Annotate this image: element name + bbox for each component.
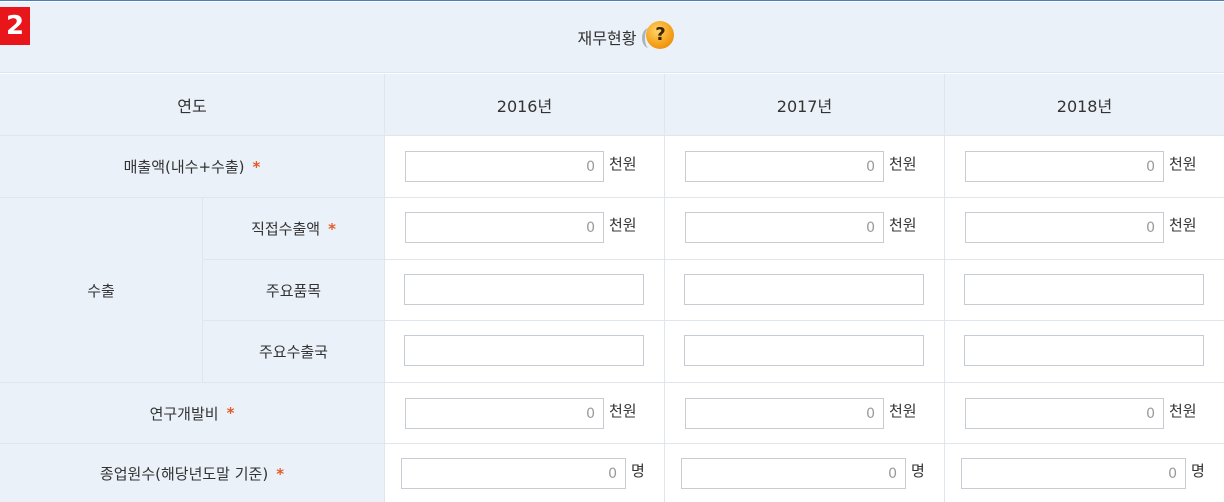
year-2016-label: 2016년 — [496, 96, 553, 116]
header-row: 연도 2016년 2017년 2018년 — [0, 74, 1224, 136]
year-2018-label: 2018년 — [1056, 96, 1113, 116]
main-items-row: 주요품목 — [0, 260, 1224, 321]
main-items-2017-cell — [665, 260, 945, 321]
sales-2018-cell: 천원 — [945, 136, 1224, 198]
unit-label: 천원 — [1169, 155, 1197, 173]
unit-label: 명 — [631, 462, 645, 480]
direct-export-2016-cell: 천원 — [385, 198, 665, 260]
direct-export-2017-cell: 천원 — [665, 198, 945, 260]
main-items-2018-cell — [945, 260, 1224, 321]
employees-2017-cell: 명 — [665, 444, 945, 502]
required-mark: * — [226, 404, 235, 422]
sales-row: 매출액(내수+수출) * 천원 천원 천원 — [0, 136, 1224, 198]
main-items-2016-cell — [385, 260, 665, 321]
rnd-label-cell: 연구개발비 * — [0, 383, 385, 444]
employees-label: 종업원수(해당년도말 기준) — [99, 465, 269, 483]
employees-2018-cell: 명 — [945, 444, 1224, 502]
section-title-bar: 재무현황 ? — [0, 2, 1224, 73]
direct-export-2017-input[interactable] — [685, 212, 884, 243]
main-countries-label-cell: 주요수출국 — [203, 321, 385, 383]
direct-export-2016-input[interactable] — [405, 212, 604, 243]
unit-label: 천원 — [889, 216, 917, 234]
direct-export-2018-cell: 천원 — [945, 198, 1224, 260]
sales-label: 매출액(내수+수출) — [123, 158, 245, 176]
unit-label: 천원 — [889, 402, 917, 420]
employees-row: 종업원수(해당년도말 기준) * 명 명 명 — [0, 444, 1224, 502]
year-2017-label: 2017년 — [776, 96, 833, 116]
help-question-mark: ? — [646, 21, 675, 49]
sales-2016-input[interactable] — [405, 151, 604, 182]
section-title: 재무현황 — [577, 29, 637, 48]
main-countries-2018-input[interactable] — [964, 335, 1204, 366]
rnd-2018-cell: 천원 — [945, 383, 1224, 444]
main-countries-2017-input[interactable] — [684, 335, 924, 366]
rnd-label: 연구개발비 — [149, 404, 219, 423]
unit-label: 명 — [911, 462, 925, 480]
sales-2017-cell: 천원 — [665, 136, 945, 198]
rnd-2016-input[interactable] — [405, 398, 604, 429]
rnd-2016-cell: 천원 — [385, 383, 665, 444]
direct-export-label-cell: 직접수출액 * — [203, 198, 385, 260]
main-countries-2018-cell — [945, 321, 1224, 383]
main-items-label: 주요품목 — [265, 281, 322, 300]
direct-export-row: 직접수출액 * 천원 천원 천원 — [0, 198, 1224, 260]
employees-label-cell: 종업원수(해당년도말 기준) * — [0, 444, 385, 502]
sales-2018-input[interactable] — [965, 151, 1164, 182]
year-header-label: 연도 — [177, 96, 207, 116]
financial-status-section: 2 재무현황 ? 연도 2016년 2017년 2018년 매출액(내수+수출)… — [0, 0, 1224, 502]
main-countries-row: 주요수출국 — [0, 321, 1224, 383]
required-mark: * — [328, 219, 336, 238]
main-items-2016-input[interactable] — [404, 274, 644, 305]
year-header-2018: 2018년 — [945, 74, 1224, 136]
unit-label: 천원 — [1169, 216, 1197, 234]
rnd-2017-input[interactable] — [685, 398, 884, 429]
year-column-header: 연도 — [0, 74, 385, 136]
year-header-2017: 2017년 — [665, 74, 945, 136]
main-items-label-cell: 주요품목 — [203, 260, 385, 321]
main-countries-label: 주요수출국 — [258, 343, 328, 361]
main-countries-2017-cell — [665, 321, 945, 383]
employees-2018-input[interactable] — [961, 458, 1186, 489]
main-countries-2016-input[interactable] — [404, 335, 644, 366]
main-items-2017-input[interactable] — [684, 274, 924, 305]
rnd-row: 연구개발비 * 천원 천원 천원 — [0, 383, 1224, 444]
unit-label: 명 — [1191, 462, 1205, 480]
required-mark: * — [252, 157, 261, 176]
unit-label: 천원 — [609, 402, 637, 420]
rnd-2018-input[interactable] — [965, 398, 1164, 429]
unit-label: 천원 — [609, 216, 637, 234]
required-mark: * — [276, 464, 285, 483]
employees-2016-cell: 명 — [385, 444, 665, 502]
direct-export-label: 직접수출액 — [251, 220, 321, 238]
employees-2016-input[interactable] — [401, 458, 626, 489]
rnd-2017-cell: 천원 — [665, 383, 945, 444]
sales-label-cell: 매출액(내수+수출) * — [0, 136, 385, 198]
step-badge: 2 — [0, 7, 30, 45]
main-countries-2016-cell — [385, 321, 665, 383]
year-header-2016: 2016년 — [385, 74, 665, 136]
sales-2017-input[interactable] — [685, 151, 884, 182]
unit-label: 천원 — [889, 155, 917, 173]
unit-label: 천원 — [1169, 402, 1197, 420]
employees-2017-input[interactable] — [681, 458, 906, 489]
sales-2016-cell: 천원 — [385, 136, 665, 198]
direct-export-2018-input[interactable] — [965, 212, 1164, 243]
main-items-2018-input[interactable] — [964, 274, 1204, 305]
unit-label: 천원 — [609, 155, 637, 173]
help-icon[interactable]: ? — [642, 20, 676, 54]
